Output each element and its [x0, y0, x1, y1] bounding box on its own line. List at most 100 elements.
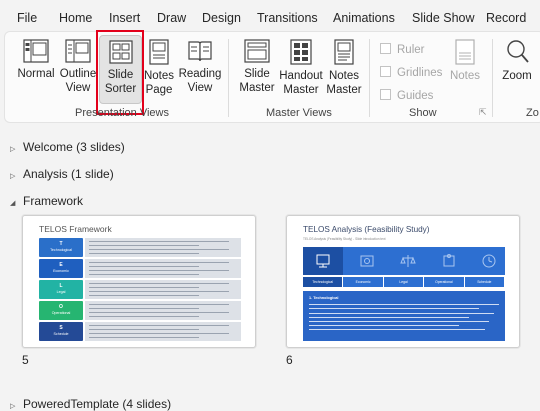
slide-number-5: 5 — [22, 353, 29, 367]
text-line — [89, 274, 199, 275]
text-line — [309, 308, 479, 309]
notes-master-label-1: Notes — [328, 70, 360, 82]
notes-label: Notes — [449, 70, 481, 82]
menu-slide-show[interactable]: Slide Show — [412, 11, 475, 25]
slide-master-button[interactable]: Slide Master — [238, 35, 276, 99]
notes-page-button[interactable]: Notes Page — [143, 35, 175, 99]
normal-view-button[interactable]: Normal — [16, 35, 56, 99]
row-text-block — [85, 259, 241, 278]
guides-checkbox[interactable]: Guides — [380, 89, 433, 102]
row-letter: E — [59, 262, 63, 268]
zoom-label: Zoom — [502, 70, 532, 82]
slide-number-6: 6 — [286, 353, 293, 367]
step-legal: Legal — [383, 277, 424, 287]
text-line — [89, 262, 229, 263]
menu-record[interactable]: Record — [486, 11, 526, 25]
text-line — [89, 295, 199, 296]
row-name: Operational — [51, 311, 71, 315]
reading-view-label-1: Reading — [178, 68, 222, 80]
text-line — [89, 287, 199, 288]
row-text-block — [85, 238, 241, 257]
gridlines-checkbox[interactable]: Gridlines — [380, 66, 442, 79]
step-economic: Economic — [343, 277, 383, 287]
section-framework[interactable]: ◢ Framework — [10, 194, 83, 208]
slide-master-label-1: Slide — [244, 68, 270, 80]
ruler-checkbox[interactable]: Ruler — [380, 43, 424, 56]
section-analysis[interactable]: ▷ Analysis (1 slide) — [10, 167, 114, 181]
text-line — [89, 249, 229, 250]
notes-master-button[interactable]: Notes Master — [325, 35, 363, 99]
handout-master-label-1: Handout — [279, 70, 323, 82]
collapsed-arrow-icon: ▷ — [10, 146, 16, 153]
notes-button[interactable]: Notes — [446, 35, 484, 99]
menu-insert[interactable]: Insert — [109, 11, 140, 25]
row-letter: L — [59, 283, 63, 289]
slide-title: TELOS Framework — [39, 224, 112, 234]
row-label-economic: E Economic — [39, 259, 83, 278]
text-line — [89, 316, 199, 317]
text-line — [89, 308, 199, 309]
row-label-schedule: S Schedule — [39, 322, 83, 341]
step-technological: Technological — [303, 277, 343, 287]
content-panel: 1. Technological — [303, 291, 505, 341]
row-name: Economic — [53, 269, 69, 273]
zoom-button[interactable]: Zoom — [499, 35, 535, 99]
slide-title: TELOS Analysis (Feasibility Study) — [303, 225, 430, 234]
ruler-label: Ruler — [397, 44, 425, 56]
text-line — [89, 266, 199, 267]
text-line — [309, 325, 459, 326]
notes-master-icon — [334, 39, 354, 65]
section-poweredtemplate[interactable]: ▷ PoweredTemplate (4 slides) — [10, 397, 171, 411]
row-label-technological: T Technological — [39, 238, 83, 257]
text-line — [89, 241, 229, 242]
handout-master-button[interactable]: Handout Master — [278, 35, 324, 99]
group-separator — [492, 39, 493, 117]
section-welcome[interactable]: ▷ Welcome (3 slides) — [10, 140, 125, 154]
reading-view-button[interactable]: Reading View — [178, 35, 222, 99]
text-line — [89, 304, 229, 305]
reading-view-icon — [188, 41, 212, 62]
outline-view-label-2: View — [65, 82, 91, 94]
menu-animations[interactable]: Animations — [333, 11, 395, 25]
network-icon — [316, 254, 330, 268]
group-separator — [369, 39, 370, 117]
menu-draw[interactable]: Draw — [157, 11, 186, 25]
notes-page-label-1: Notes — [143, 70, 175, 82]
text-line — [89, 337, 199, 338]
slide-thumbnail-5[interactable]: TELOS Framework T Technological E Economic L… — [22, 215, 256, 348]
puzzle-icon — [443, 254, 455, 267]
normal-view-icon — [23, 39, 49, 63]
text-line — [89, 283, 229, 284]
outline-view-icon — [65, 39, 91, 63]
text-line — [309, 329, 485, 330]
menu-transitions[interactable]: Transitions — [257, 11, 318, 25]
row-text-block — [85, 280, 241, 299]
row-letter: O — [59, 304, 63, 310]
dialog-launcher-icon[interactable]: ⇱ — [479, 107, 487, 118]
highlight-box — [96, 30, 144, 115]
menu-file[interactable]: File — [17, 11, 37, 25]
menu-home[interactable]: Home — [59, 11, 92, 25]
notes-page-label-2: Page — [145, 84, 173, 96]
section-title: Framework — [23, 194, 84, 208]
row-name: Legal — [56, 290, 66, 294]
zoom-icon — [507, 40, 529, 63]
slide-master-icon — [244, 39, 270, 63]
guides-label: Guides — [397, 90, 434, 102]
outline-view-button[interactable]: Outline View — [59, 35, 97, 99]
text-line — [309, 304, 499, 305]
menu-design[interactable]: Design — [202, 11, 241, 25]
collapsed-arrow-icon: ▷ — [10, 403, 16, 410]
gridlines-checkbox-box[interactable] — [380, 66, 391, 77]
slide-thumbnail-6[interactable]: TELOS Analysis (Feasibility Study) TELOS… — [286, 215, 520, 348]
expanded-arrow-icon: ◢ — [10, 200, 16, 207]
guides-checkbox-box[interactable] — [380, 89, 391, 100]
group-separator — [228, 39, 229, 117]
row-name: Technological — [50, 248, 72, 252]
scale-icon — [400, 255, 416, 267]
text-line — [89, 253, 199, 254]
slide-subtitle: TELOS Analysis (Feasibility Study) - Sli… — [303, 237, 386, 241]
ruler-checkbox-box[interactable] — [380, 43, 391, 54]
text-line — [89, 325, 229, 326]
row-text-block — [85, 322, 241, 341]
